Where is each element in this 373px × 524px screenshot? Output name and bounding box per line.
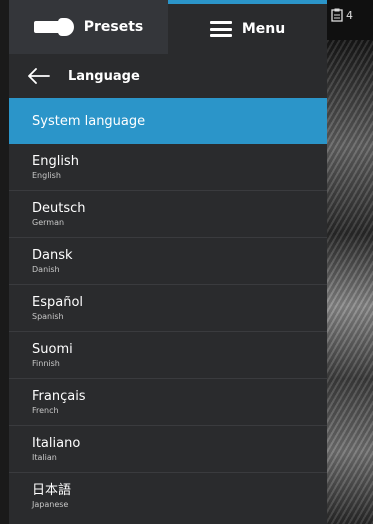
hamburger-menu-icon [209,21,232,37]
ultrasound-image-area: 4 [327,0,373,524]
language-english-name: Finnish [32,359,60,368]
language-native-name: Dansk [32,248,73,263]
presets-icon [33,18,74,36]
language-english-name: French [32,406,59,415]
top-tabs: Presets Menu [9,0,327,54]
language-english-name: Danish [32,265,60,274]
system-language-option[interactable]: System language [9,98,327,144]
tab-menu-label: Menu [241,21,286,37]
system-language-label: System language [32,113,146,129]
language-english-name: English [32,171,61,180]
language-item-francais[interactable]: Français French [9,379,327,426]
language-native-name: Français [32,389,86,404]
language-native-name: 日本語 [32,483,72,498]
tab-menu[interactable]: Menu [168,0,327,54]
page-title: Language [68,68,140,84]
language-item-italiano[interactable]: Italiano Italian [9,426,327,473]
language-list: English English Deutsch German Dansk Dan… [9,144,327,520]
language-native-name: English [32,154,79,169]
language-item-deutsch[interactable]: Deutsch German [9,191,327,238]
language-item-japanese[interactable]: 日本語 Japanese [9,473,327,520]
language-item-dansk[interactable]: Dansk Danish [9,238,327,285]
language-native-name: Suomi [32,342,73,357]
language-english-name: Japanese [32,500,69,509]
language-item-suomi[interactable]: Suomi Finnish [9,332,327,379]
clipboard-icon [331,8,343,22]
language-native-name: Italiano [32,436,81,451]
ultrasound-image [327,40,373,524]
tab-presets-label: Presets [83,19,144,35]
language-item-english[interactable]: English English [9,144,327,191]
language-english-name: Spanish [32,312,64,321]
back-arrow-icon[interactable] [28,68,50,84]
clip-count: 4 [346,8,353,22]
side-panel: Presets Menu Language System language En… [9,0,327,524]
language-native-name: Deutsch [32,201,86,216]
tab-presets[interactable]: Presets [9,0,168,54]
language-header: Language [9,54,327,98]
language-english-name: Italian [32,453,57,462]
language-item-espanol[interactable]: Español Spanish [9,285,327,332]
language-english-name: German [32,218,65,227]
language-native-name: Español [32,295,84,310]
clip-indicator[interactable]: 4 [331,8,353,22]
